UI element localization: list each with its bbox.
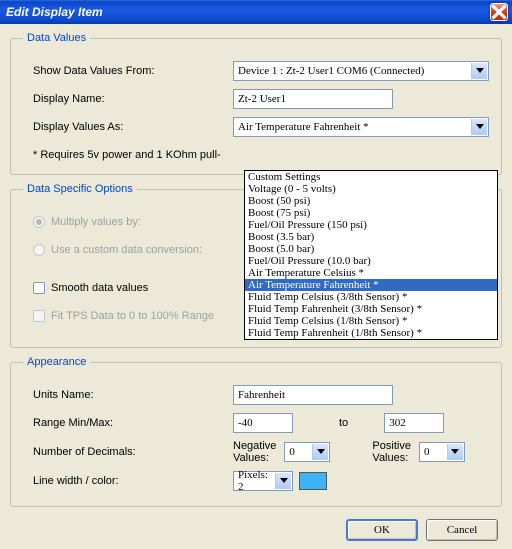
chevron-down-icon [447,444,463,460]
display-name-input[interactable]: Zt-2 User1 [233,89,393,109]
display-as-option[interactable]: Fluid Temp Celsius (3/8th Sensor) * [245,291,497,303]
line-width-label: Line width / color: [33,475,233,487]
footnote-label: * Requires 5v power and 1 KOhm pull- [33,149,221,161]
chevron-down-icon [312,444,328,460]
chevron-down-icon [275,473,291,489]
smooth-checkbox[interactable] [33,282,45,294]
units-input[interactable]: Fahrenheit [233,385,393,405]
display-as-option[interactable]: Fluid Temp Celsius (1/8th Sensor) * [245,315,497,327]
chevron-down-icon [471,63,487,79]
display-as-option[interactable]: Fluid Temp Fahrenheit (1/8th Sensor) * [245,327,497,339]
window-title: Edit Display Item [6,5,490,19]
display-as-option[interactable]: Fluid Temp Fahrenheit (3/8th Sensor) * [245,303,497,315]
custom-conv-radio [33,244,45,256]
multiply-label: Multiply values by: [51,216,141,228]
ok-button[interactable]: OK [346,519,418,541]
close-icon [491,4,507,20]
neg-values-label: NegativeValues: [233,440,276,464]
appearance-legend: Appearance [23,356,90,368]
neg-values-combo[interactable]: 0 [284,442,330,462]
device-selected: Device 1 : Zt-2 User1 COM6 (Connected) [238,65,424,77]
decimals-label: Number of Decimals: [33,446,233,458]
data-specific-legend: Data Specific Options [23,183,137,195]
range-label: Range Min/Max: [33,417,233,429]
cancel-button[interactable]: Cancel [426,519,498,541]
pos-values-label: PositiveValues: [372,440,411,464]
display-as-option[interactable]: Air Temperature Fahrenheit * [245,279,497,291]
display-as-dropdown-list[interactable]: Custom SettingsVoltage (0 - 5 volts)Boos… [244,170,498,340]
display-as-option[interactable]: Voltage (0 - 5 volts) [245,183,497,195]
pos-values-combo[interactable]: 0 [419,442,465,462]
show-from-label: Show Data Values From: [33,65,233,77]
display-as-option[interactable]: Boost (5.0 bar) [245,243,497,255]
pixels-combo[interactable]: Pixels: 2 [233,471,293,491]
fit-tps-checkbox [33,310,45,322]
chevron-down-icon [471,119,487,135]
smooth-label: Smooth data values [51,282,148,294]
display-as-option[interactable]: Boost (50 psi) [245,195,497,207]
display-as-label: Display Values As: [33,121,233,133]
close-button[interactable] [490,3,508,21]
display-as-combo[interactable]: Air Temperature Fahrenheit * [233,117,489,137]
display-as-option[interactable]: Fuel/Oil Pressure (150 psi) [245,219,497,231]
line-color-swatch[interactable] [299,472,327,490]
display-as-option[interactable]: Boost (75 psi) [245,207,497,219]
data-values-legend: Data Values [23,32,90,44]
display-as-selected: Air Temperature Fahrenheit * [238,121,369,133]
display-as-option[interactable]: Fuel/Oil Pressure (10.0 bar) [245,255,497,267]
display-as-option[interactable]: Air Temperature Celsius * [245,267,497,279]
title-bar: Edit Display Item [0,0,512,24]
data-values-group: Data Values Show Data Values From: Devic… [10,32,502,175]
units-label: Units Name: [33,389,233,401]
to-label: to [339,417,348,429]
fit-tps-label: Fit TPS Data to 0 to 100% Range [51,310,214,322]
display-name-label: Display Name: [33,93,233,105]
range-min-input[interactable]: -40 [233,413,293,433]
display-as-option[interactable]: Boost (3.5 bar) [245,231,497,243]
device-combo[interactable]: Device 1 : Zt-2 User1 COM6 (Connected) [233,61,489,81]
range-max-input[interactable]: 302 [384,413,444,433]
appearance-group: Appearance Units Name: Fahrenheit Range … [10,356,502,507]
multiply-radio [33,216,45,228]
display-as-option[interactable]: Custom Settings [245,171,497,183]
custom-conv-label: Use a custom data conversion: [51,244,202,256]
